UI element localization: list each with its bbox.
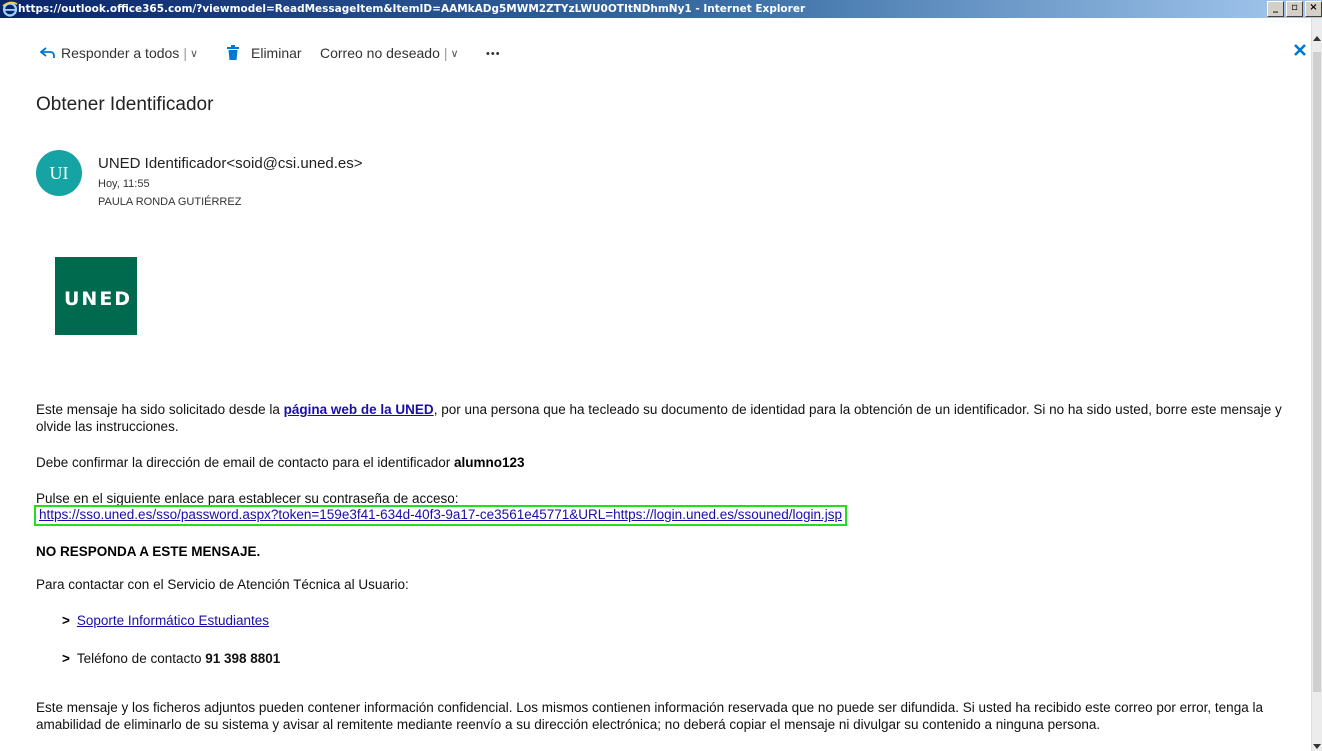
delete-label: Eliminar (251, 45, 302, 61)
reply-all-icon (40, 47, 55, 58)
window-close-button[interactable]: × (1305, 1, 1322, 17)
separator: | (183, 45, 187, 61)
command-bar: Responder a todos | ∨ Eliminar Correo no… (0, 38, 1312, 72)
reply-all-button[interactable]: Responder a todos | ∨ (40, 45, 198, 61)
logo-text: UNED (64, 288, 133, 310)
uned-logo: UNED (55, 257, 137, 335)
uned-website-link[interactable]: página web de la UNED (284, 402, 434, 417)
internet-explorer-icon (2, 1, 18, 17)
password-reset-link[interactable]: https://sso.uned.es/sso/password.aspx?to… (34, 505, 848, 526)
more-actions-button[interactable]: ••• (486, 48, 501, 60)
chevron-down-icon[interactable]: ∨ (190, 47, 198, 60)
separator: | (443, 45, 448, 61)
contact-intro: Para contactar con el Servicio de Atenci… (36, 577, 409, 592)
support-link[interactable]: Soporte Informático Estudiantes (77, 613, 269, 628)
scrollbar-thumb[interactable] (1313, 52, 1321, 692)
recipient-name[interactable]: PAULA RONDA GUTIÉRREZ (98, 196, 241, 208)
junk-button[interactable]: Correo no deseado | ∨ (320, 45, 459, 61)
phone-number: 91 398 8801 (205, 651, 281, 666)
confirm-paragraph: Debe confirmar la dirección de email de … (36, 454, 525, 471)
close-icon[interactable] (1292, 42, 1308, 58)
delete-button[interactable]: Eliminar (226, 45, 302, 61)
intro-text: Este mensaje ha sido solicitado desde la (36, 402, 284, 417)
bullet-icon: > (62, 613, 70, 628)
avatar[interactable]: UI (36, 150, 82, 196)
confirm-text: Debe confirmar la dirección de email de … (36, 455, 454, 470)
junk-label: Correo no deseado (320, 45, 440, 61)
message-subject: Obtener Identificador (36, 94, 214, 115)
bullet-icon: > (62, 651, 70, 666)
scroll-up-icon[interactable] (1313, 36, 1321, 41)
chevron-down-icon[interactable]: ∨ (451, 47, 459, 60)
maximize-button[interactable]: ▫ (1286, 1, 1303, 17)
reply-all-label: Responder a todos (61, 45, 180, 61)
minimize-button[interactable]: _ (1267, 1, 1284, 17)
scroll-down-icon[interactable] (1313, 744, 1321, 749)
window-title: https://outlook.office365.com/?viewmodel… (18, 3, 806, 15)
sent-time: Hoy, 11:55 (98, 178, 150, 190)
window-title-bar: https://outlook.office365.com/?viewmodel… (0, 0, 1322, 18)
vertical-scrollbar[interactable] (1311, 18, 1322, 751)
sender-name[interactable]: UNED Identificador<soid@csi.uned.es> (98, 155, 363, 172)
identifier-value: alumno123 (453, 455, 525, 470)
list-item: > Teléfono de contacto 91 398 8801 (62, 651, 280, 666)
no-reply-notice: NO RESPONDA A ESTE MENSAJE. (36, 544, 261, 559)
trash-icon (227, 45, 239, 60)
disclaimer: Este mensaje y los ficheros adjuntos pue… (36, 700, 1263, 732)
phone-label: Teléfono de contacto (76, 651, 206, 666)
intro-paragraph: Este mensaje ha sido solicitado desde la… (36, 401, 1296, 435)
list-item: > Soporte Informático Estudiantes (62, 613, 269, 628)
